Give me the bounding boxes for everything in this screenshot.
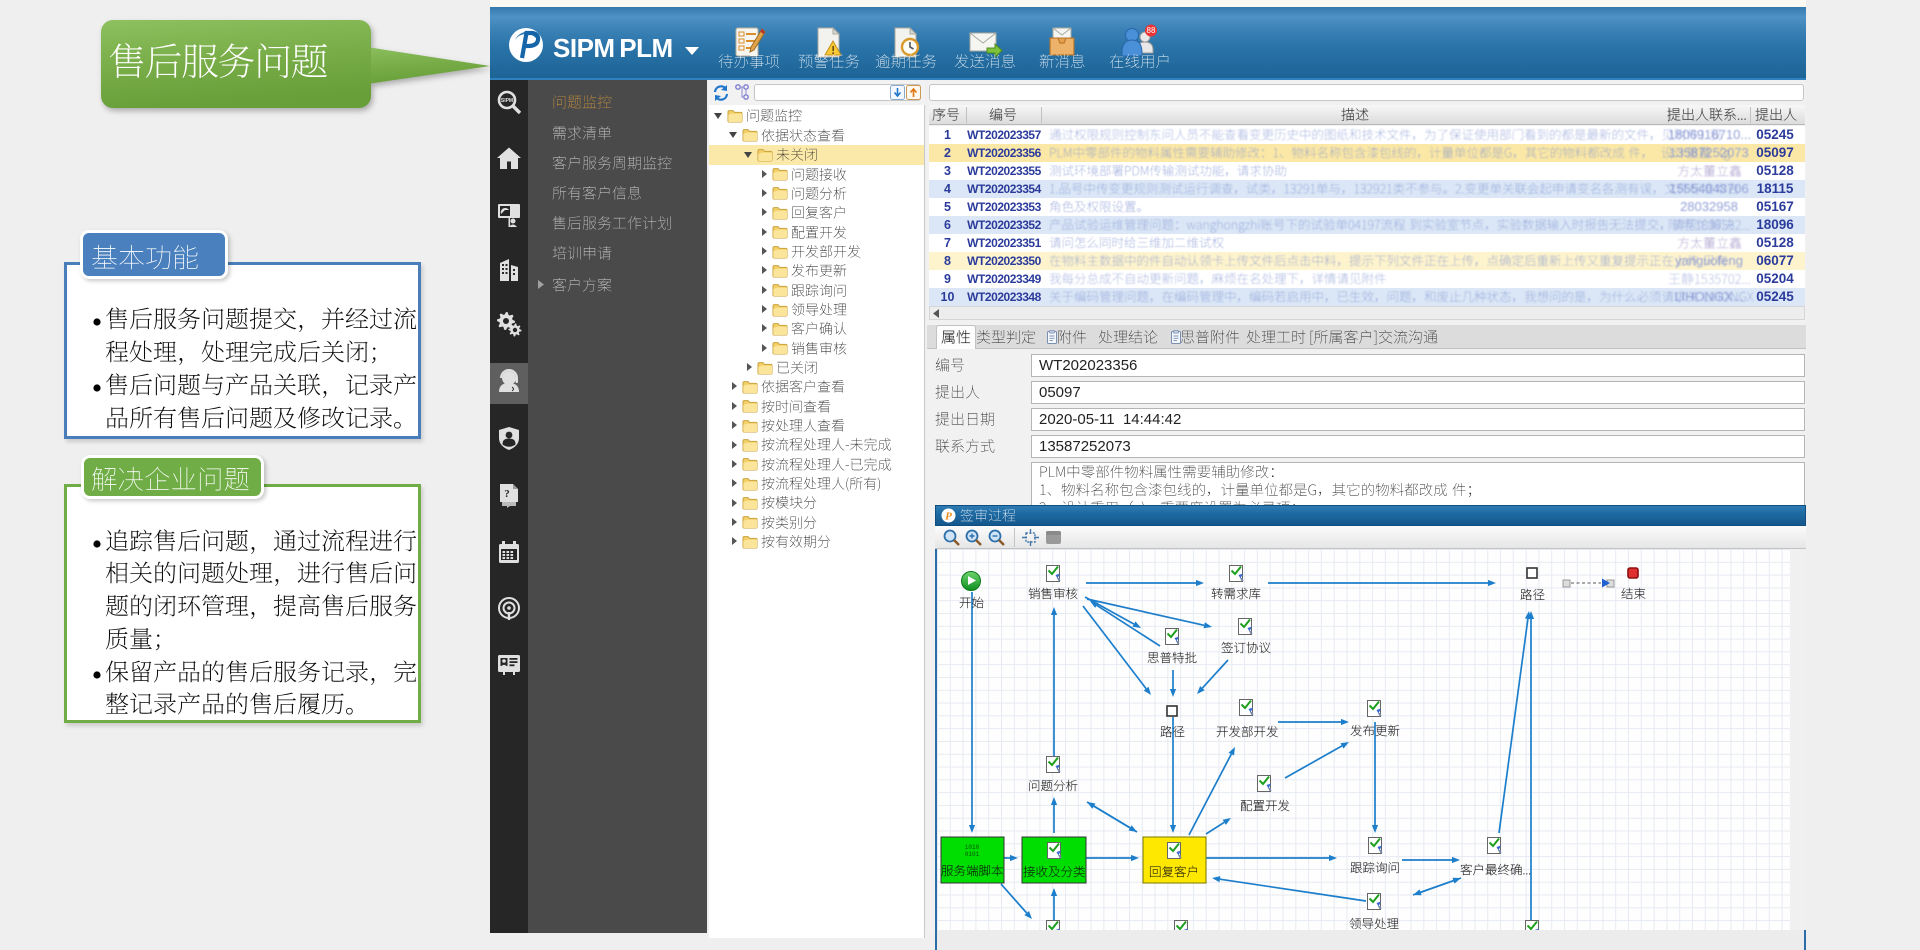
svg-text:88: 88 [1147,26,1156,35]
svg-text:1010: 1010 [965,844,980,851]
svg-text:0101: 0101 [965,851,980,858]
svg-text:?: ? [504,488,510,500]
svg-text:SIPM: SIPM [501,98,513,104]
svg-text:P: P [945,511,952,523]
